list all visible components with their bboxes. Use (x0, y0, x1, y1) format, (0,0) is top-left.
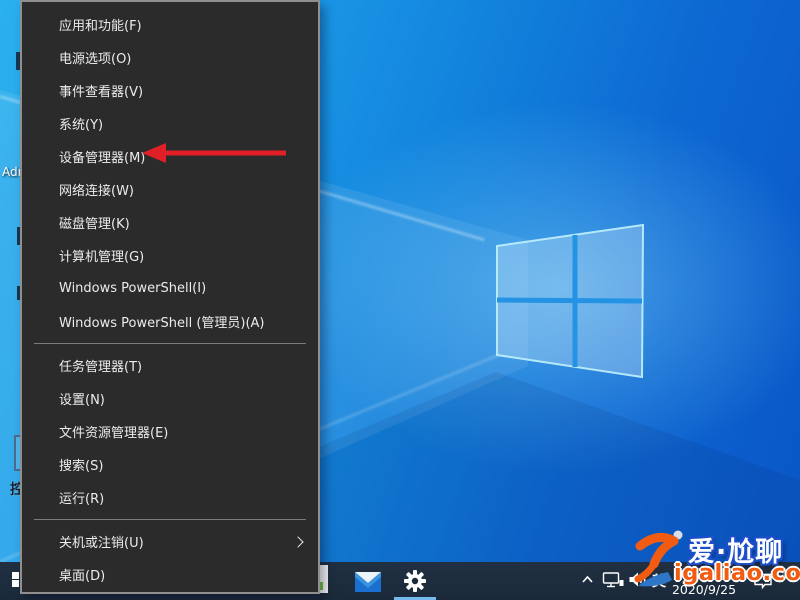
menu-item-label: 任务管理器(T) (59, 360, 143, 375)
menu-item-label: 应用和功能(F) (59, 19, 142, 34)
menu-item-label: Windows PowerShell (管理员)(A) (59, 316, 265, 331)
menu-item-search[interactable]: 搜索(S) (22, 448, 318, 481)
menu-item-label: 桌面(D) (59, 569, 106, 584)
menu-item-label: 搜索(S) (59, 459, 104, 474)
watermark-domain: igaliao.com (674, 560, 800, 586)
menu-item-label: 设备管理器(M) (59, 151, 146, 166)
mail-app-button[interactable] (354, 567, 382, 595)
menu-item-system[interactable]: 系统(Y) (22, 107, 318, 140)
menu-item-label: 系统(Y) (59, 118, 104, 133)
menu-item-label: 事件查看器(V) (59, 85, 144, 100)
menu-item-label: 网络连接(W) (59, 184, 134, 199)
menu-item-settings[interactable]: 设置(N) (22, 382, 318, 415)
network-tray-button[interactable] (602, 571, 624, 589)
menu-item-run[interactable]: 运行(R) (22, 481, 318, 514)
settings-app-button[interactable] (401, 567, 429, 595)
windows-logo-wallpaper (496, 223, 645, 379)
menu-item-label: 运行(R) (59, 492, 105, 507)
menu-item-shutdown-or-signout[interactable]: 关机或注销(U) (22, 525, 318, 558)
menu-item-label: 磁盘管理(K) (59, 217, 130, 232)
menu-item-label: 文件资源管理器(E) (59, 426, 169, 441)
site-watermark: 爱·尬聊 igaliao.com (630, 524, 800, 596)
mail-icon (355, 572, 381, 592)
menu-item-desktop[interactable]: 桌面(D) (22, 558, 318, 591)
chevron-up-icon (582, 575, 593, 583)
ethernet-icon (602, 572, 624, 588)
menu-item-disk-management[interactable]: 磁盘管理(K) (22, 206, 318, 239)
menu-item-file-explorer[interactable]: 文件资源管理器(E) (22, 415, 318, 448)
menu-item-label: 电源选项(O) (59, 52, 132, 67)
menu-item-task-manager[interactable]: 任务管理器(T) (22, 349, 318, 382)
menu-item-label: 计算机管理(G) (59, 250, 145, 265)
menu-separator (34, 343, 306, 344)
menu-item-network-connections[interactable]: 网络连接(W) (22, 173, 318, 206)
show-hidden-icons-button[interactable] (580, 572, 595, 587)
menu-item-power-options[interactable]: 电源选项(O) (22, 41, 318, 74)
windows-desktop-screen: Adm 控 2020/9/25 应用和功能(F) 电源选项(O) 事件查看器(V… (0, 0, 800, 600)
menu-item-apps-and-features[interactable]: 应用和功能(F) (22, 8, 318, 41)
gear-icon (404, 570, 426, 592)
start-logo-pane (12, 572, 19, 579)
submenu-chevron-right-icon (292, 535, 304, 548)
menu-item-label: Windows PowerShell(I) (59, 281, 207, 296)
menu-separator (34, 519, 306, 520)
start-logo-pane (12, 580, 19, 587)
annotation-arrow (142, 143, 286, 163)
menu-item-computer-management[interactable]: 计算机管理(G) (22, 239, 318, 272)
menu-item-label: 设置(N) (59, 393, 105, 408)
menu-item-powershell-admin[interactable]: Windows PowerShell (管理员)(A) (22, 305, 318, 338)
winx-quick-link-menu: 应用和功能(F) 电源选项(O) 事件查看器(V) 系统(Y) 设备管理器(M)… (20, 0, 320, 594)
menu-item-event-viewer[interactable]: 事件查看器(V) (22, 74, 318, 107)
menu-item-label: 关机或注销(U) (59, 536, 144, 551)
menu-item-powershell[interactable]: Windows PowerShell(I) (22, 272, 318, 305)
